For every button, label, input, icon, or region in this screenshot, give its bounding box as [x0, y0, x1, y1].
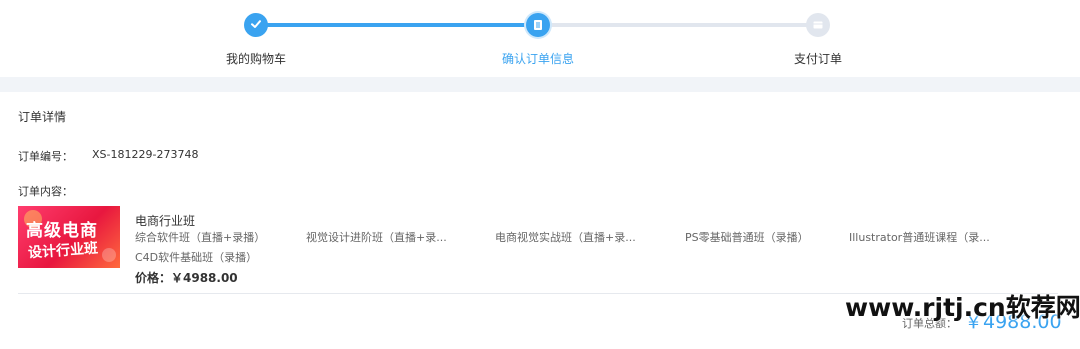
- order-progress-stepper: 我的购物车 确认订单信息 支付订单: [0, 0, 1080, 77]
- course-item: 电商视觉实战班（直播+录...: [495, 231, 636, 244]
- step-pay-circle: [806, 13, 830, 37]
- progress-line-pending: [538, 23, 818, 27]
- product-thumbnail[interactable]: 高级电商 设计行业班: [18, 206, 120, 268]
- course-item: 视觉设计进阶班（直播+录...: [306, 231, 447, 244]
- progress-line-completed: [256, 23, 538, 27]
- order-content-label: 订单内容：: [18, 185, 73, 198]
- product-price: 价格：￥4988.00: [135, 271, 238, 285]
- site-watermark: www.rjtj.cn软荐网: [845, 293, 1080, 322]
- course-item: Illustrator普通班课程（录...: [849, 231, 990, 244]
- course-item: C4D软件基础班（录播）: [135, 251, 258, 264]
- thumbnail-decoration: [102, 248, 116, 262]
- product-name[interactable]: 电商行业班: [135, 212, 195, 229]
- document-icon: [532, 16, 544, 35]
- step-label-cart: 我的购物车: [225, 52, 287, 66]
- step-confirm-circle: [526, 13, 550, 37]
- course-item: PS零基础普通班（录播）: [685, 231, 809, 244]
- thumbnail-text-line2: 设计行业班: [27, 240, 99, 262]
- section-gap: [0, 77, 1080, 92]
- step-label-confirm: 确认订单信息: [501, 52, 575, 66]
- course-item: 综合软件班（直播+录播）: [135, 231, 266, 244]
- step-label-pay: 支付订单: [793, 52, 843, 66]
- section-title: 订单详情: [18, 110, 67, 124]
- order-number-label: 订单编号：: [18, 150, 73, 163]
- order-number-value: XS-181229-273748: [92, 148, 199, 161]
- step-cart-circle: [244, 13, 268, 37]
- payment-icon: [812, 16, 824, 35]
- check-icon: [249, 16, 263, 35]
